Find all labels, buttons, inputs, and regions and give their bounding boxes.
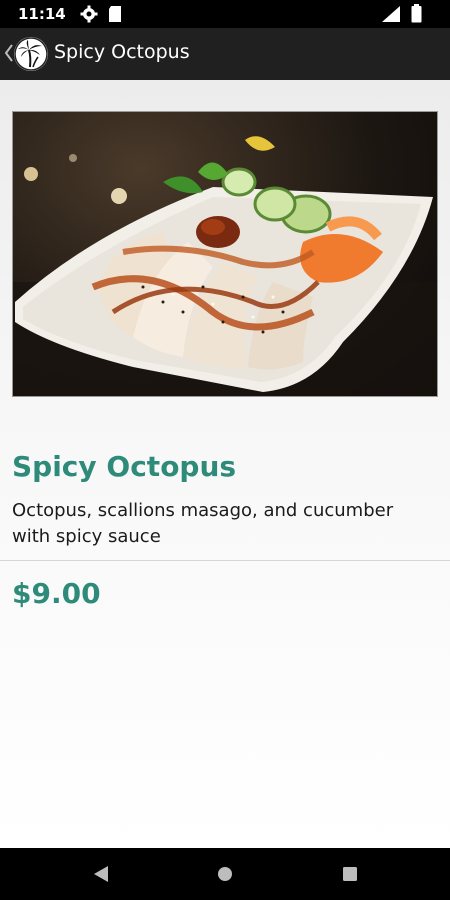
- palm-tree-logo-icon: [14, 37, 48, 71]
- item-price: $9.00: [12, 577, 101, 610]
- chevron-left-icon: [4, 42, 14, 64]
- item-title: Spicy Octopus: [12, 450, 237, 483]
- back-button[interactable]: [0, 28, 52, 80]
- item-description: Octopus, scallions masago, and cucumber …: [12, 500, 394, 547]
- recents-square-icon[interactable]: [335, 859, 365, 889]
- app-bar: Spicy Octopus: [0, 28, 450, 80]
- battery-icon: [411, 4, 422, 27]
- back-triangle-icon[interactable]: [86, 859, 116, 889]
- divider: [0, 560, 450, 561]
- item-detail: Spicy Octopus Octopus, scallions masago,…: [0, 80, 450, 848]
- status-time: 11:14: [18, 5, 66, 23]
- signal-icon: [381, 5, 401, 27]
- dish-photo: [12, 111, 438, 397]
- sd-card-icon: [108, 5, 122, 27]
- settings-icon: [80, 5, 98, 27]
- status-bar: 11:14: [0, 0, 450, 28]
- app-bar-title: Spicy Octopus: [54, 41, 190, 63]
- system-nav-bar: [0, 848, 450, 900]
- home-circle-icon[interactable]: [210, 859, 240, 889]
